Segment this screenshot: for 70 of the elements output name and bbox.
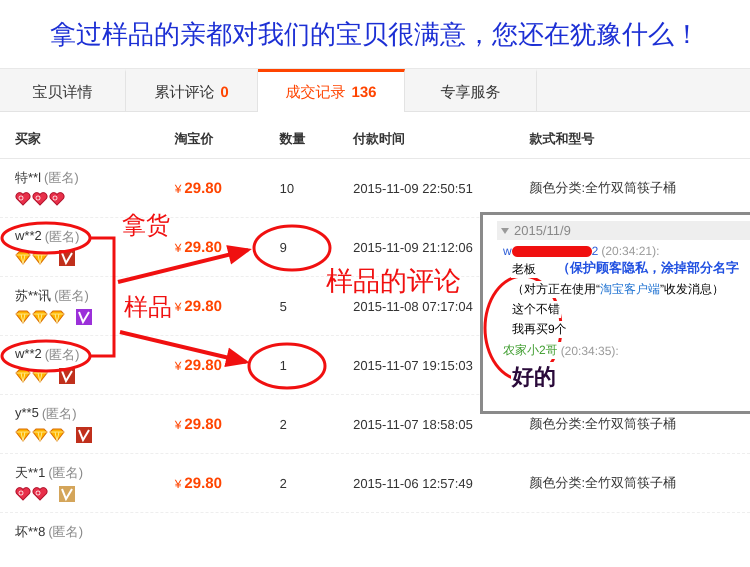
- sender-name: w: [503, 244, 512, 258]
- quantity: 10: [280, 180, 294, 196]
- diamond-icon: [49, 428, 65, 442]
- quantity: 5: [280, 298, 287, 314]
- heart-icon: [32, 487, 48, 501]
- anonymous-label: (匿名): [42, 405, 77, 423]
- diamond-icon: [32, 251, 48, 265]
- heart-icon: [32, 192, 48, 206]
- anonymous-label: (匿名): [44, 169, 79, 187]
- heart-icon: [15, 192, 31, 206]
- quantity: 2: [280, 416, 287, 432]
- diamond-icon: [15, 369, 31, 383]
- heart-icon: [15, 487, 31, 501]
- quantity: 9: [280, 240, 287, 254]
- tab[interactable]: 宝贝详情: [0, 69, 126, 112]
- column-header: 数量: [280, 131, 306, 146]
- heart-icon: [49, 192, 65, 206]
- message-time: (20:34:21):: [601, 244, 660, 258]
- price: ¥ 29.80: [174, 180, 222, 196]
- banner-slogan: 拿过样品的亲都对我们的宝贝很满意，您还在犹豫什么！: [50, 18, 700, 50]
- buyer-name: 特**l: [15, 169, 42, 187]
- anonymous-label: (匿名): [44, 228, 80, 246]
- price: ¥ 29.80: [174, 356, 222, 374]
- quantity: 2: [280, 476, 287, 490]
- app-link[interactable]: 淘宝客户端: [600, 282, 660, 296]
- message-time: (20:34:35):: [560, 344, 619, 358]
- diamond-icon: [49, 310, 65, 324]
- payment-time: 2015-11-07 19:15:03: [353, 358, 473, 372]
- price: ¥ 29.80: [174, 298, 222, 314]
- diamond-icon: [32, 310, 48, 324]
- anonymous-label: (匿名): [44, 346, 80, 364]
- buyer-name: 天**1: [15, 464, 46, 482]
- annotation-label: 拿货: [122, 214, 170, 238]
- diamond-icon: [15, 251, 31, 265]
- buyer-name: 坏**8: [15, 523, 46, 541]
- price: ¥ 29.80: [174, 416, 222, 432]
- quantity: 1: [280, 358, 287, 372]
- column-header: 款式和型号: [530, 131, 594, 146]
- diamond-icon: [15, 428, 31, 442]
- payment-time: 2015-11-09 21:12:06: [353, 240, 473, 254]
- annotation-label: 样品: [124, 296, 172, 320]
- date-label: 2015/11/9: [514, 223, 571, 238]
- sender-name: 2: [592, 244, 598, 258]
- price: ¥ 29.80: [174, 474, 222, 492]
- tab[interactable]: 专享服务: [405, 69, 537, 112]
- diamond-icon: [32, 428, 48, 442]
- price: ¥ 29.80: [174, 238, 222, 256]
- annotation-label: 样品的评论: [326, 268, 461, 295]
- column-header: 付款时间: [353, 131, 406, 146]
- product-variant: 颜色分类:全竹双筒筷子桶: [530, 415, 676, 433]
- buyer-name: 苏**讯: [15, 287, 52, 305]
- payment-time: 2015-11-09 22:50:51: [353, 180, 473, 196]
- payment-time: 2015-11-07 18:58:05: [353, 416, 473, 432]
- anonymous-label: (匿名): [48, 523, 84, 541]
- sender-name: 农家小2哥: [503, 342, 558, 359]
- product-variant: 颜色分类:全竹双筒筷子桶: [530, 474, 676, 492]
- column-header: 买家: [15, 131, 41, 146]
- buyer-name: w**2: [15, 346, 42, 363]
- column-header: 淘宝价: [174, 131, 214, 146]
- diamond-icon: [32, 369, 48, 383]
- annotation-note: （保护顾客隐私，涂掉部分名字: [557, 259, 739, 277]
- anonymous-label: (匿名): [48, 464, 84, 482]
- buyer-name: w**2: [15, 228, 42, 245]
- anonymous-label: (匿名): [54, 287, 89, 305]
- diamond-icon: [15, 310, 31, 324]
- payment-time: 2015-11-08 07:17:04: [353, 298, 473, 314]
- product-variant: 颜色分类:全竹双筒筷子桶: [530, 179, 676, 197]
- buyer-name: y**5: [15, 405, 39, 422]
- payment-time: 2015-11-06 12:57:49: [353, 476, 473, 490]
- collapse-triangle-icon: [501, 228, 509, 234]
